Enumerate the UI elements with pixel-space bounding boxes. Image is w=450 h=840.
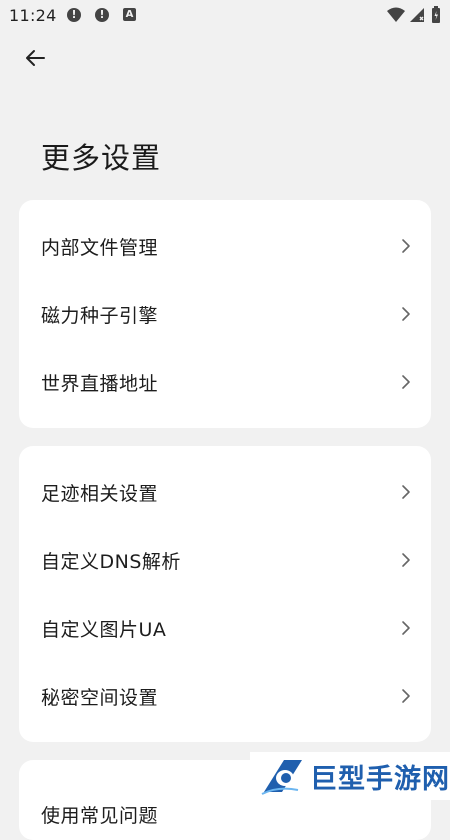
settings-item-label: 磁力种子引擎 — [41, 304, 159, 327]
chevron-right-icon — [402, 553, 410, 567]
chevron-right-icon — [402, 375, 410, 389]
app-notification-icon: A — [123, 8, 136, 21]
settings-item-custom-image-ua[interactable]: 自定义图片UA — [19, 594, 431, 662]
settings-item-label: 内部文件管理 — [41, 236, 159, 259]
back-button[interactable] — [18, 41, 52, 75]
status-time: 11:24 — [9, 6, 57, 25]
alert-notification-icon: ! — [95, 8, 109, 22]
watermark-text: 巨型手游网 — [310, 763, 450, 795]
status-bar: 11:24 ! ! A — [0, 0, 450, 30]
settings-item-world-live-address[interactable]: 世界直播地址 — [19, 348, 431, 416]
settings-item-internal-file-management[interactable]: 内部文件管理 — [19, 212, 431, 280]
arrow-left-icon — [26, 50, 45, 66]
settings-item-label: 秘密空间设置 — [41, 686, 159, 709]
wifi-icon — [387, 7, 405, 22]
settings-item-label: 自定义图片UA — [41, 618, 167, 641]
settings-card: 内部文件管理 磁力种子引擎 世界直播地址 — [19, 200, 431, 428]
settings-item-custom-dns[interactable]: 自定义DNS解析 — [19, 526, 431, 594]
chevron-right-icon — [402, 689, 410, 703]
settings-item-magnet-engine[interactable]: 磁力种子引擎 — [19, 280, 431, 348]
settings-item-label: 足迹相关设置 — [41, 482, 159, 505]
watermark-logo-icon — [261, 760, 302, 795]
settings-item-label: 自定义DNS解析 — [41, 550, 181, 573]
settings-item-label: 世界直播地址 — [41, 372, 159, 395]
settings-card: 足迹相关设置 自定义DNS解析 自定义图片UA 秘密空间设置 — [19, 446, 431, 742]
chevron-right-icon — [402, 239, 410, 253]
chevron-right-icon — [402, 307, 410, 321]
settings-item-secret-space[interactable]: 秘密空间设置 — [19, 662, 431, 730]
chevron-right-icon — [402, 485, 410, 499]
alert-notification-icon: ! — [67, 8, 81, 22]
watermark: 巨型手游网 — [250, 752, 450, 800]
chevron-right-icon — [402, 621, 410, 635]
battery-icon — [432, 6, 440, 23]
settings-item-label: 使用常见问题 — [41, 804, 159, 827]
page-title: 更多设置 — [41, 141, 162, 176]
settings-item-footprint-settings[interactable]: 足迹相关设置 — [19, 458, 431, 526]
signal-icon — [410, 8, 424, 22]
